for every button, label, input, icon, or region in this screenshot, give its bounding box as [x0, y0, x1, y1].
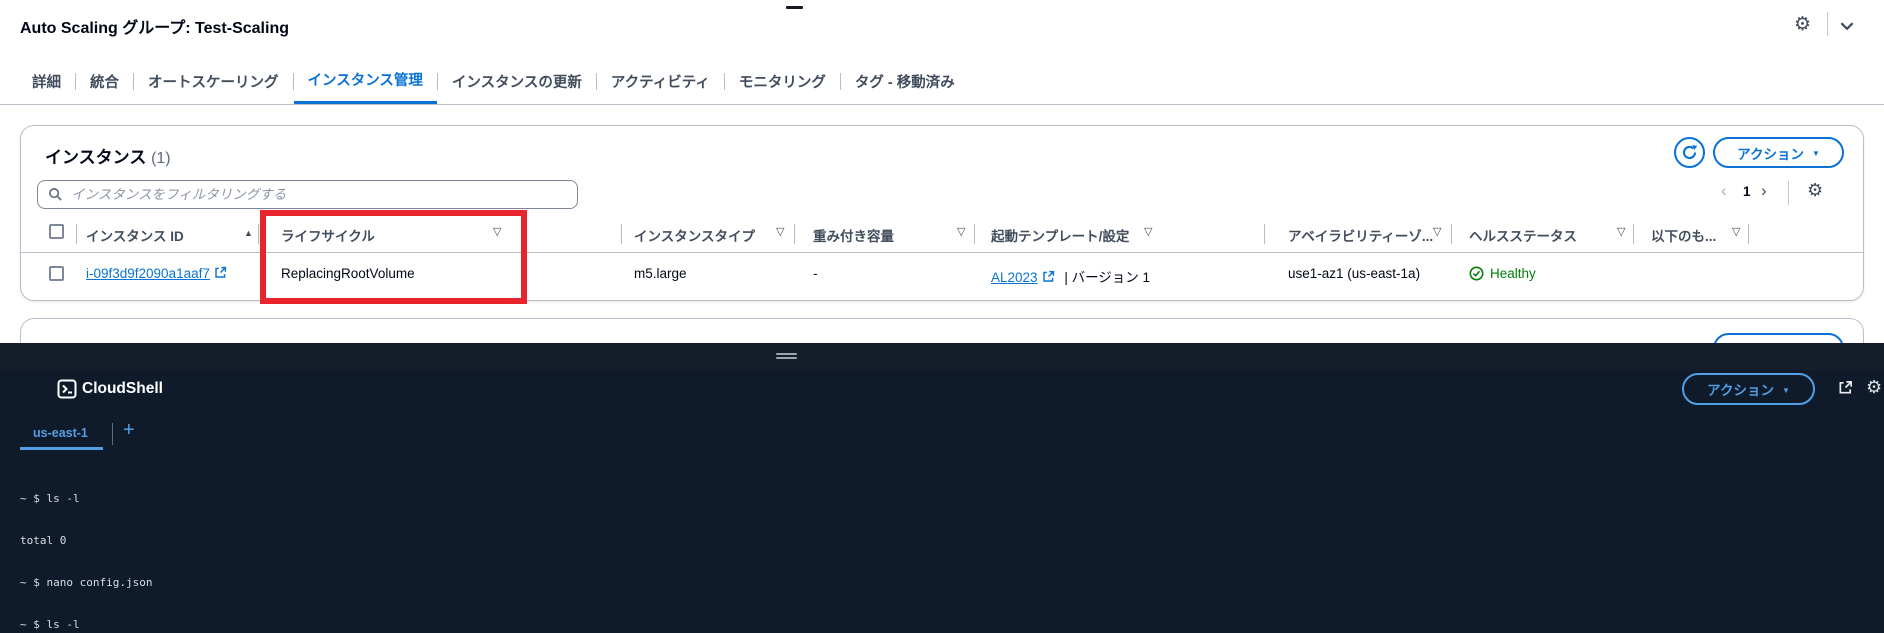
page-settings-gear-icon[interactable]: ⚙	[1794, 13, 1811, 36]
instance-filter-input[interactable]	[71, 187, 567, 202]
lifecycle-value: ReplacingRootVolume	[281, 266, 415, 281]
instances-table-header: インスタンス ID ▲ ライフサイクル ▽ インスタンスタイプ ▽ 重み付き容量…	[21, 214, 1863, 253]
col-weighted-capacity[interactable]: 重み付き容量	[813, 225, 894, 245]
external-link-icon[interactable]	[214, 266, 227, 279]
tab-instance-refresh[interactable]: インスタンスの更新	[438, 58, 596, 104]
check-circle-icon	[1469, 266, 1484, 281]
health-status-text: Healthy	[1490, 266, 1536, 281]
availability-zone-value: use1-az1 (us-east-1a)	[1288, 266, 1421, 281]
active-tab-underline	[20, 447, 103, 450]
instance-filter-box	[37, 180, 578, 209]
cloudshell-actions-button[interactable]: アクション ▼	[1682, 373, 1815, 405]
filter-icon[interactable]: ▽	[493, 225, 501, 238]
pagination-page-1[interactable]: 1	[1743, 184, 1751, 199]
window-resize-dash[interactable]	[786, 6, 803, 9]
page-title: Auto Scaling グループ: Test-Scaling	[20, 20, 289, 37]
terminal-line: ~ $ ls -l	[20, 618, 80, 631]
tab-details[interactable]: 詳細	[18, 58, 75, 104]
tab-activity[interactable]: アクティビティ	[597, 58, 724, 104]
divider	[1788, 181, 1789, 205]
partial-actions-button[interactable]	[1713, 333, 1844, 343]
open-in-new-tab-icon[interactable]	[1838, 380, 1853, 395]
chevron-down-icon[interactable]	[1838, 17, 1856, 35]
instances-panel-title: インスタンス (1)	[45, 143, 171, 168]
new-terminal-tab-button[interactable]: +	[123, 419, 135, 442]
actions-label: アクション	[1707, 383, 1774, 398]
tab-auto-scaling[interactable]: オートスケーリング	[134, 58, 293, 104]
refresh-button[interactable]	[1674, 137, 1705, 168]
table-preferences-gear-icon[interactable]: ⚙	[1807, 180, 1823, 201]
divider	[1748, 224, 1749, 244]
actions-label: アクション	[1737, 146, 1804, 162]
divider	[1264, 224, 1265, 244]
cloudshell-titlebar: CloudShell アクション ▼ ⚙	[0, 370, 1884, 416]
instances-panel: インスタンス (1) アクション ▼ ‹ 1 › ⚙	[20, 125, 1864, 301]
filter-icon[interactable]: ▽	[957, 225, 965, 238]
cloudshell-title: CloudShell	[82, 380, 163, 397]
instances-title-text: インスタンス	[45, 148, 147, 167]
tab-integrations[interactable]: 統合	[76, 58, 133, 104]
row-checkbox[interactable]	[49, 266, 64, 281]
cloudshell-settings-gear-icon[interactable]: ⚙	[1866, 377, 1882, 398]
divider	[1633, 224, 1634, 244]
caret-down-icon: ▼	[1781, 385, 1790, 395]
asg-tab-bar: 詳細 統合 オートスケーリング インスタンス管理 インスタンスの更新 アクティビ…	[0, 58, 1884, 105]
col-more[interactable]: 以下のも...	[1651, 225, 1716, 245]
filter-icon[interactable]: ▽	[1144, 225, 1152, 238]
pagination-next-button[interactable]: ›	[1761, 181, 1767, 201]
drag-handle-icon[interactable]	[776, 353, 797, 360]
cloudshell-tab-bar: us-east-1 +	[0, 418, 1884, 450]
filter-icon[interactable]: ▽	[1617, 225, 1625, 238]
terminal-output[interactable]: ~ $ ls -l total 0 ~ $ nano config.json ~…	[20, 464, 1874, 633]
instances-actions-button[interactable]: アクション ▼	[1713, 137, 1844, 168]
caret-down-icon: ▼	[1811, 149, 1820, 158]
col-health-status[interactable]: ヘルスステータス	[1469, 225, 1577, 245]
instance-table-row: i-09f3d9f2090a1aaf7 ReplacingRootVolume …	[21, 253, 1863, 297]
tab-monitoring[interactable]: モニタリング	[725, 58, 840, 104]
launch-template-link[interactable]: AL2023	[991, 270, 1038, 285]
instance-id-link[interactable]: i-09f3d9f2090a1aaf7	[86, 266, 210, 281]
cloudshell-panel: CloudShell アクション ▼ ⚙ us-east-1 + ~ $ ls …	[0, 343, 1884, 633]
divider	[112, 423, 113, 445]
select-all-checkbox[interactable]	[49, 224, 64, 239]
divider	[258, 224, 259, 244]
pagination-prev-button[interactable]: ‹	[1721, 181, 1727, 201]
col-launch-template[interactable]: 起動テンプレート/設定	[991, 225, 1129, 245]
weighted-capacity-value: -	[813, 266, 818, 281]
sort-asc-icon[interactable]: ▲	[244, 228, 253, 238]
partial-lower-panel	[20, 318, 1864, 343]
divider	[974, 224, 975, 244]
divider	[76, 224, 77, 244]
divider	[1827, 12, 1828, 36]
filter-icon[interactable]: ▽	[1433, 225, 1441, 238]
instances-count: (1)	[151, 150, 171, 167]
cloudshell-terminal-icon	[57, 379, 77, 399]
launch-template-version: | バージョン 1	[1064, 270, 1151, 285]
search-icon	[49, 188, 62, 201]
col-lifecycle[interactable]: ライフサイクル	[281, 225, 375, 245]
col-instance-type[interactable]: インスタンスタイプ	[634, 225, 755, 245]
terminal-line: total 0	[20, 534, 67, 547]
filter-icon[interactable]: ▽	[1732, 225, 1740, 238]
cloudshell-tab-us-east-1[interactable]: us-east-1	[33, 426, 88, 440]
terminal-line: ~ $ ls -l	[20, 492, 80, 505]
aws-console-screen: Auto Scaling グループ: Test-Scaling ⚙ 詳細 統合 …	[0, 0, 1884, 633]
cloudshell-resize-bar[interactable]	[0, 343, 1884, 370]
col-instance-id[interactable]: インスタンス ID	[86, 225, 184, 245]
divider	[1451, 224, 1452, 244]
external-link-icon[interactable]	[1042, 270, 1055, 283]
instance-type-value: m5.large	[634, 266, 687, 281]
tab-tags[interactable]: タグ - 移動済み	[841, 58, 969, 104]
tab-instance-management[interactable]: インスタンス管理	[293, 58, 437, 104]
divider	[621, 224, 622, 244]
col-availability-zone[interactable]: アベイラビリティーゾ...	[1288, 225, 1433, 245]
health-status-value: Healthy	[1469, 266, 1536, 281]
terminal-line: ~ $ nano config.json	[20, 576, 153, 589]
filter-icon[interactable]: ▽	[776, 225, 784, 238]
divider	[794, 224, 795, 244]
